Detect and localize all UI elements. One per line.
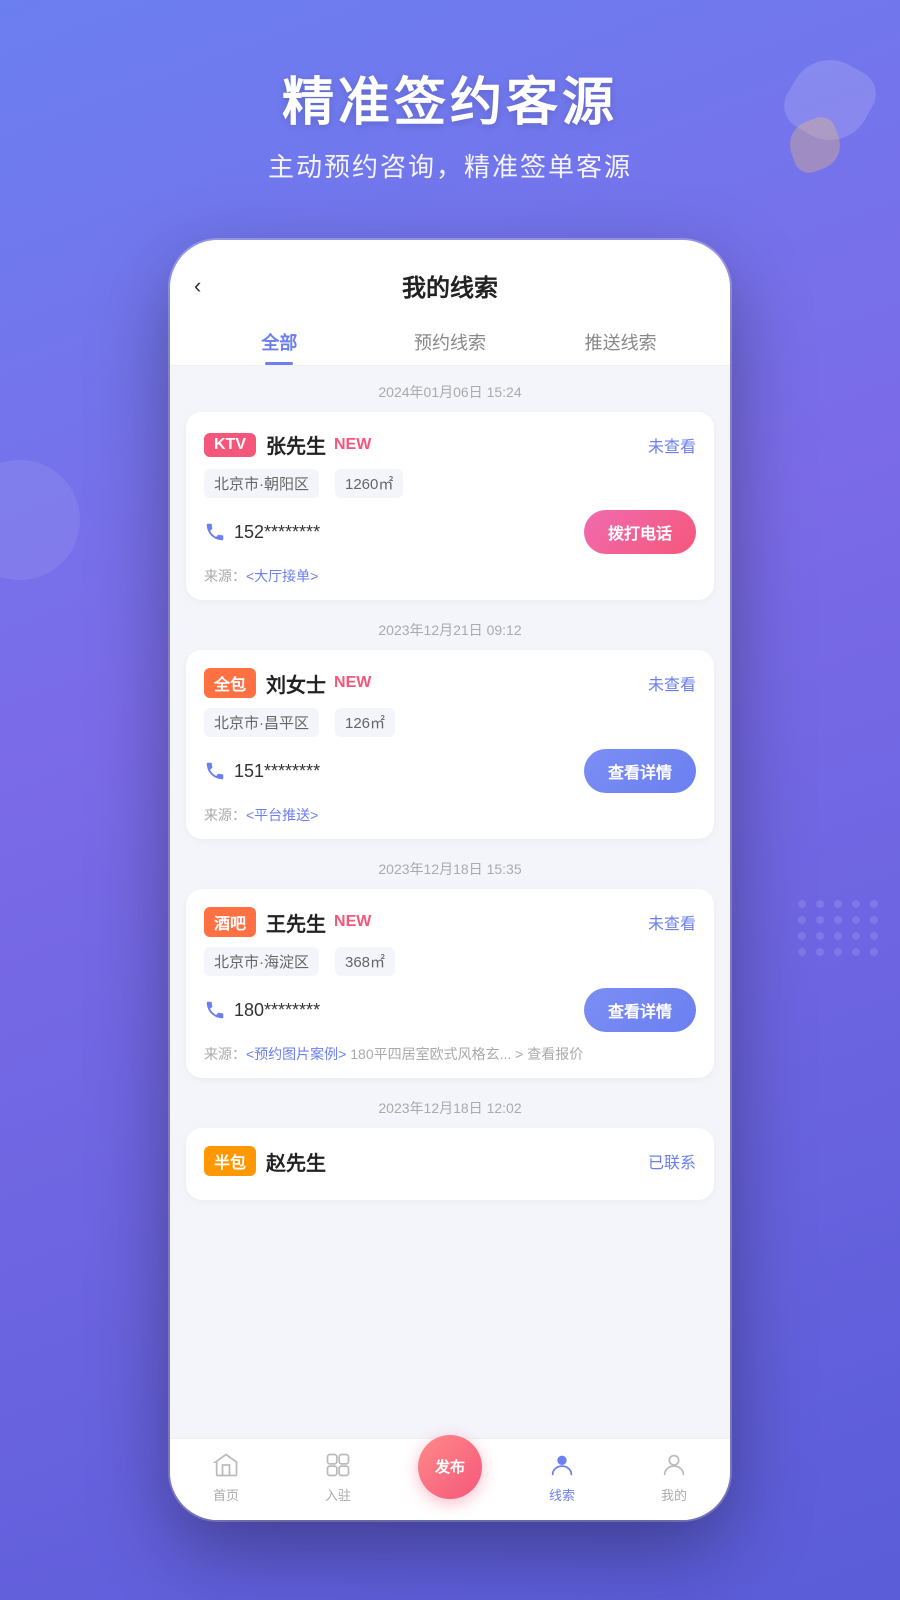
enter-icon xyxy=(322,1449,354,1481)
publish-label: 发布 xyxy=(435,1456,465,1477)
phone-topbar: ‹ 我的线索 xyxy=(170,240,730,315)
nav-home[interactable]: 首页 xyxy=(170,1449,282,1504)
header-title: 精准签约客源 xyxy=(0,60,900,135)
leads-icon xyxy=(546,1449,578,1481)
publish-button[interactable]: 发布 xyxy=(418,1435,482,1499)
phone-icon-2 xyxy=(204,760,226,782)
header-section: 精准签约客源 主动预约咨询，精准签单客源 xyxy=(0,60,900,184)
lead-card-2: 全包 刘女士 NEW 未查看 北京市·昌平区 126㎡ 151******** … xyxy=(186,650,714,839)
home-icon xyxy=(210,1449,242,1481)
nav-home-label: 首页 xyxy=(213,1485,239,1504)
call-button-1[interactable]: 拨打电话 xyxy=(584,510,696,554)
source-link-2[interactable]: <平台推送> xyxy=(246,807,318,823)
phone-icon-3 xyxy=(204,999,226,1021)
tag-quanbao: 全包 xyxy=(204,668,256,698)
status-3: 未查看 xyxy=(648,910,696,934)
nav-leads-label: 线索 xyxy=(549,1485,575,1504)
tag-jiuba: 酒吧 xyxy=(204,907,256,937)
new-badge-3: NEW xyxy=(334,913,371,931)
source-link-1[interactable]: <大厅接单> xyxy=(246,568,318,584)
nav-profile[interactable]: 我的 xyxy=(618,1449,730,1504)
header-subtitle: 主动预约咨询，精准签单客源 xyxy=(0,147,900,184)
date-separator-2: 2023年12月21日 09:12 xyxy=(186,604,714,650)
new-badge-1: NEW xyxy=(334,436,371,454)
source-row-2: 来源：<平台推送> xyxy=(204,805,696,825)
date-separator-4: 2023年12月18日 12:02 xyxy=(186,1082,714,1128)
date-separator-1: 2024年01月06日 15:24 xyxy=(186,366,714,412)
tab-appointment[interactable]: 预约线索 xyxy=(365,315,536,365)
phone-number-1: 152******** xyxy=(234,522,584,543)
area-2: 126㎡ xyxy=(335,708,395,737)
customer-name-1: 张先生 xyxy=(266,430,326,459)
phone-number-3: 180******** xyxy=(234,1000,584,1021)
location-2: 北京市·昌平区 xyxy=(204,708,319,737)
lead-card-3: 酒吧 王先生 NEW 未查看 北京市·海淀区 368㎡ 180******** … xyxy=(186,889,714,1078)
nav-leads[interactable]: 线索 xyxy=(506,1449,618,1504)
location-3: 北京市·海淀区 xyxy=(204,947,319,976)
tag-banbao: 半包 xyxy=(204,1146,256,1176)
detail-button-2[interactable]: 查看详情 xyxy=(584,749,696,793)
nav-profile-label: 我的 xyxy=(661,1485,687,1504)
location-1: 北京市·朝阳区 xyxy=(204,469,319,498)
status-4: 已联系 xyxy=(648,1149,696,1173)
customer-name-2: 刘女士 xyxy=(266,669,326,698)
page-title: 我的线索 xyxy=(402,268,498,303)
back-button[interactable]: ‹ xyxy=(194,273,201,299)
phone-mockup: ‹ 我的线索 全部 预约线索 推送线索 2024年01月06日 15:24 KT… xyxy=(170,240,730,1520)
customer-name-3: 王先生 xyxy=(266,908,326,937)
source-row-1: 来源：<大厅接单> xyxy=(204,566,696,586)
area-1: 1260㎡ xyxy=(335,469,403,498)
detail-button-3[interactable]: 查看详情 xyxy=(584,988,696,1032)
nav-enter[interactable]: 入驻 xyxy=(282,1449,394,1504)
bottom-nav: 首页 入驻 发布 xyxy=(170,1438,730,1520)
tag-ktv: KTV xyxy=(204,433,256,457)
phone-icon-1 xyxy=(204,521,226,543)
area-3: 368㎡ xyxy=(335,947,395,976)
lead-card-1: KTV 张先生 NEW 未查看 北京市·朝阳区 1260㎡ 152*******… xyxy=(186,412,714,600)
tab-all[interactable]: 全部 xyxy=(194,315,365,365)
scroll-content[interactable]: 2024年01月06日 15:24 KTV 张先生 NEW 未查看 北京市·朝阳… xyxy=(170,366,730,1438)
profile-icon xyxy=(658,1449,690,1481)
tabs-bar: 全部 预约线索 推送线索 xyxy=(170,315,730,366)
new-badge-2: NEW xyxy=(334,674,371,692)
tab-pushed[interactable]: 推送线索 xyxy=(535,315,706,365)
bg-dots xyxy=(798,900,880,956)
date-separator-3: 2023年12月18日 15:35 xyxy=(186,843,714,889)
source-row-3: 来源：<预约图片案例> 180平四居室欧式风格玄... > 查看报价 xyxy=(204,1044,696,1064)
phone-number-2: 151******** xyxy=(234,761,584,782)
nav-publish[interactable]: 发布 xyxy=(394,1455,506,1499)
nav-enter-label: 入驻 xyxy=(325,1485,351,1504)
status-2: 未查看 xyxy=(648,671,696,695)
status-1: 未查看 xyxy=(648,433,696,457)
customer-name-4: 赵先生 xyxy=(266,1147,326,1176)
source-link-3[interactable]: <预约图片案例> xyxy=(246,1046,346,1062)
lead-card-4: 半包 赵先生 已联系 xyxy=(186,1128,714,1200)
